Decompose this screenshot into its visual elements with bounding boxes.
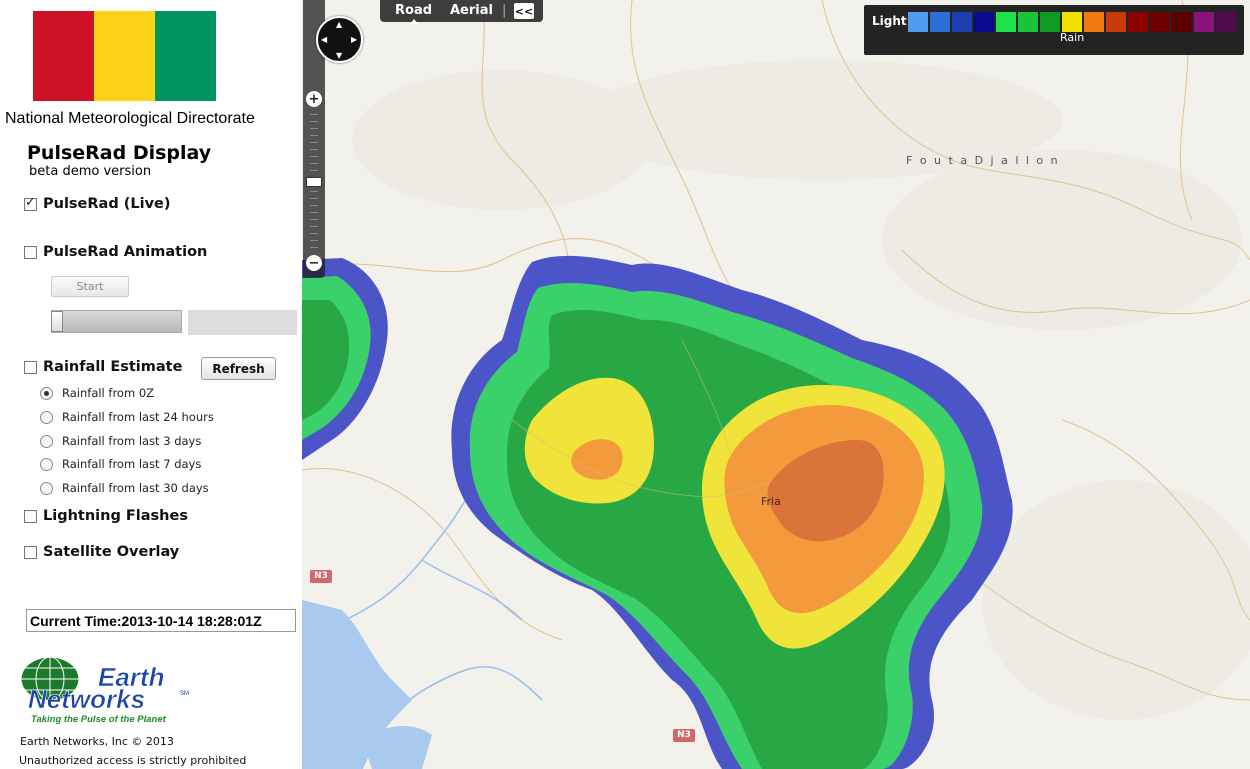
checkbox-icon[interactable] [24, 195, 37, 211]
layer-rainfall-label: Rainfall Estimate [43, 359, 183, 375]
radio-icon[interactable] [40, 481, 53, 495]
legend-swatch [1172, 12, 1192, 32]
animation-slider[interactable] [51, 310, 182, 333]
checkbox-icon[interactable] [24, 360, 37, 374]
rainfall-option[interactable]: Rainfall from last 24 hours [40, 410, 214, 424]
pan-up-icon[interactable]: ▲ [336, 20, 342, 29]
pan-right-icon[interactable]: ▶ [351, 35, 357, 44]
logo-service-mark: SM [180, 691, 189, 697]
layer-live-label: PulseRad (Live) [43, 196, 171, 212]
app-subtitle: beta demo version [29, 164, 152, 179]
selected-map-type-indicator [410, 19, 418, 24]
legend-light-label: Light [872, 14, 907, 28]
logo-word-networks: Networks [28, 684, 145, 714]
flag-image [33, 11, 216, 101]
legend-swatch [1084, 12, 1104, 32]
legend-swatch [1018, 12, 1038, 32]
legend-swatch [1128, 12, 1148, 32]
access-warning: Unauthorized access is strictly prohibit… [19, 754, 247, 767]
zoom-slider-handle[interactable] [306, 177, 322, 187]
flag-stripe-green [155, 11, 216, 101]
road-shield-n3: N3 [673, 729, 695, 742]
map-label-region: F o u t a D j a l l o n [906, 154, 1060, 167]
map-label-city: Fria [761, 495, 781, 508]
checkbox-icon[interactable] [24, 509, 37, 523]
legend-swatch [1216, 12, 1236, 32]
legend-swatch [908, 12, 928, 32]
layer-lightning-label: Lightning Flashes [43, 508, 188, 524]
legend-swatch [1150, 12, 1170, 32]
radar-map-canvas[interactable] [302, 0, 1250, 769]
legend-rain-label: Rain [1060, 31, 1085, 44]
layer-rainfall-toggle[interactable]: Rainfall Estimate [24, 359, 182, 375]
refresh-button[interactable]: Refresh [201, 357, 276, 380]
slider-handle[interactable] [51, 311, 63, 332]
layer-lightning-toggle[interactable]: Lightning Flashes [24, 508, 188, 524]
flag-stripe-yellow [94, 11, 155, 101]
legend-swatch [930, 12, 950, 32]
rainfall-option-label: Rainfall from last 30 days [62, 481, 209, 495]
layer-live-toggle[interactable]: PulseRad (Live) [24, 195, 171, 212]
radio-icon[interactable] [40, 457, 53, 471]
organization-name: National Meteorological Directorate [5, 110, 255, 127]
legend-swatch [1106, 12, 1126, 32]
rainfall-option-label: Rainfall from last 24 hours [62, 410, 214, 424]
rainfall-option[interactable]: Rainfall from last 30 days [40, 481, 209, 495]
rainfall-option[interactable]: Rainfall from 0Z [40, 386, 154, 400]
logo-tagline: Taking the Pulse of the Planet [31, 714, 167, 725]
radio-icon[interactable] [40, 410, 53, 424]
app-title: PulseRad Display [27, 142, 212, 164]
legend-swatch [952, 12, 972, 32]
radio-icon[interactable] [40, 386, 53, 400]
rainfall-option[interactable]: Rainfall from last 7 days [40, 457, 201, 471]
animation-frame-display [188, 310, 297, 335]
radio-icon[interactable] [40, 434, 53, 448]
rainfall-option[interactable]: Rainfall from last 3 days [40, 434, 201, 448]
checkbox-icon[interactable] [24, 245, 37, 259]
start-button[interactable]: Start [51, 276, 129, 297]
map-type-aerial[interactable]: Aerial [450, 3, 493, 18]
pan-down-icon[interactable]: ▼ [336, 51, 342, 60]
legend-swatch [974, 12, 994, 32]
map-type-switcher: Road Aerial | << [380, 0, 543, 22]
current-time-field: Current Time:2013-10-14 18:28:01Z [26, 609, 296, 632]
collapse-icon[interactable]: << [514, 3, 534, 19]
map-type-separator: | [502, 3, 507, 18]
rainfall-option-label: Rainfall from last 3 days [62, 434, 202, 448]
legend-swatch [996, 12, 1016, 32]
legend-swatch [1062, 12, 1082, 32]
flag-stripe-red [33, 11, 94, 101]
copyright-text: Earth Networks, Inc © 2013 [20, 735, 174, 748]
layer-animation-label: PulseRad Animation [43, 244, 208, 260]
map-view[interactable]: F o u t a D j a l l o n Fria N3 N3 [302, 0, 1250, 769]
zoom-out-icon[interactable]: − [306, 255, 322, 271]
layer-animation-toggle[interactable]: PulseRad Animation [24, 244, 207, 260]
rainfall-option-label: Rainfall from last 7 days [62, 457, 202, 471]
pan-compass-icon[interactable]: ▲ ▼ ◀ ▶ [316, 16, 363, 63]
app-window: National Meteorological Directorate Puls… [0, 0, 1250, 769]
rain-legend: Light Rain [864, 5, 1244, 55]
zoom-in-icon[interactable]: + [306, 91, 322, 107]
legend-swatch [1040, 12, 1060, 32]
layer-satellite-toggle[interactable]: Satellite Overlay [24, 544, 179, 560]
layer-satellite-label: Satellite Overlay [43, 544, 180, 560]
road-shield-n3: N3 [310, 570, 332, 583]
sidebar: National Meteorological Directorate Puls… [0, 0, 302, 769]
map-type-road[interactable]: Road [395, 3, 432, 18]
pan-left-icon[interactable]: ◀ [321, 35, 327, 44]
checkbox-icon[interactable] [24, 545, 37, 559]
earth-networks-logo: Earth Networks SM Taking the Pulse of th… [20, 656, 189, 725]
legend-swatch [1194, 12, 1214, 32]
rainfall-option-label: Rainfall from 0Z [62, 386, 155, 400]
